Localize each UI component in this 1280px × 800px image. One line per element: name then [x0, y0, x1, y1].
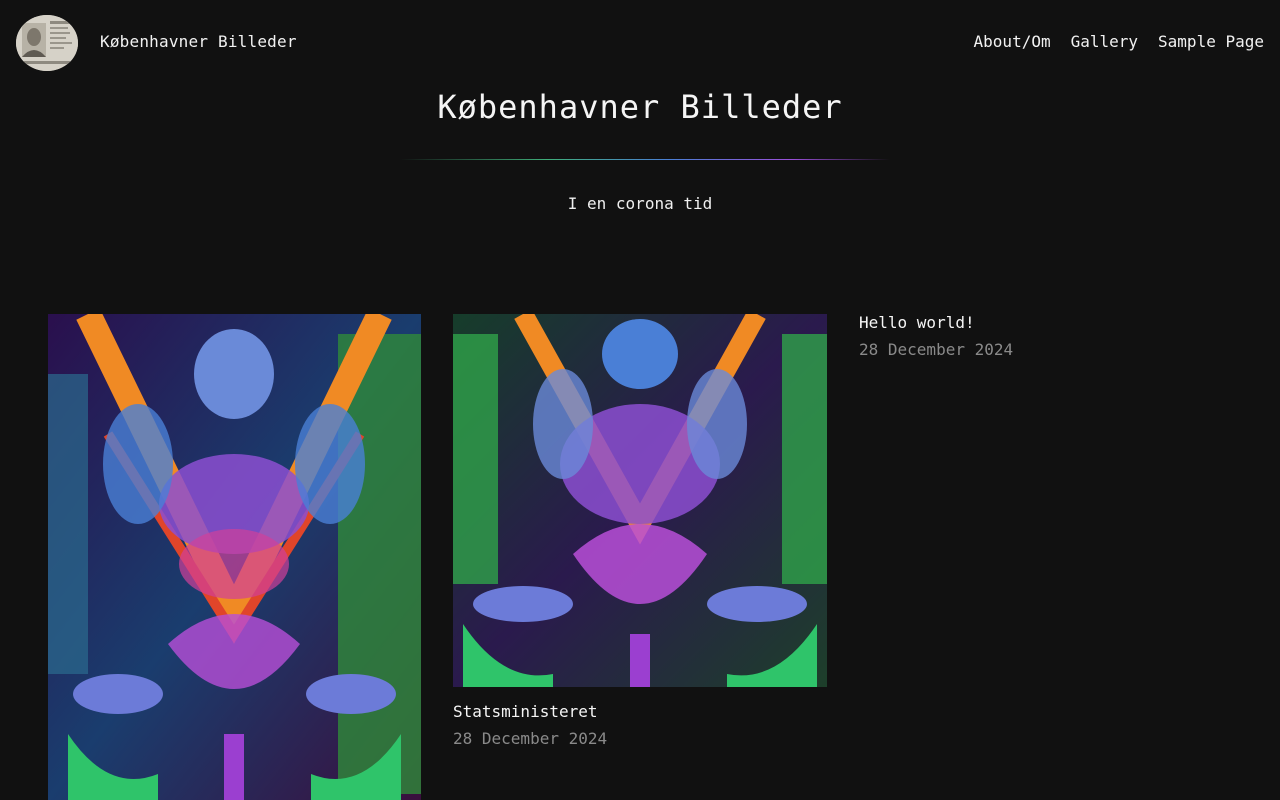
site-header: Københavner Billeder About/Om Gallery Sa…	[0, 0, 1280, 86]
site-avatar[interactable]	[16, 15, 78, 71]
psychedelic-artwork-image	[48, 314, 421, 800]
post-title-link[interactable]: Statsministeret	[453, 702, 598, 721]
site-tagline: I en corona tid	[567, 194, 713, 213]
post-date: 28 December 2024	[859, 340, 1014, 359]
nav-item-sample-page[interactable]: Sample Page	[1158, 32, 1264, 51]
site-title-link[interactable]: Københavner Billeder	[100, 32, 297, 51]
portrait-avatar-icon	[16, 15, 78, 71]
page-title: Københavner Billeder	[437, 88, 843, 126]
psychedelic-artwork-image	[453, 314, 827, 687]
nav-item-gallery[interactable]: Gallery	[1071, 32, 1138, 51]
post-card-image[interactable]	[48, 314, 421, 800]
post-date: 28 December 2024	[453, 729, 608, 748]
main-navigation: About/Om Gallery Sample Page	[974, 32, 1264, 51]
nav-item-about[interactable]: About/Om	[974, 32, 1051, 51]
post-card-image[interactable]	[453, 314, 827, 687]
post-title-link[interactable]: Hello world!	[859, 313, 975, 332]
gradient-divider	[400, 159, 890, 160]
